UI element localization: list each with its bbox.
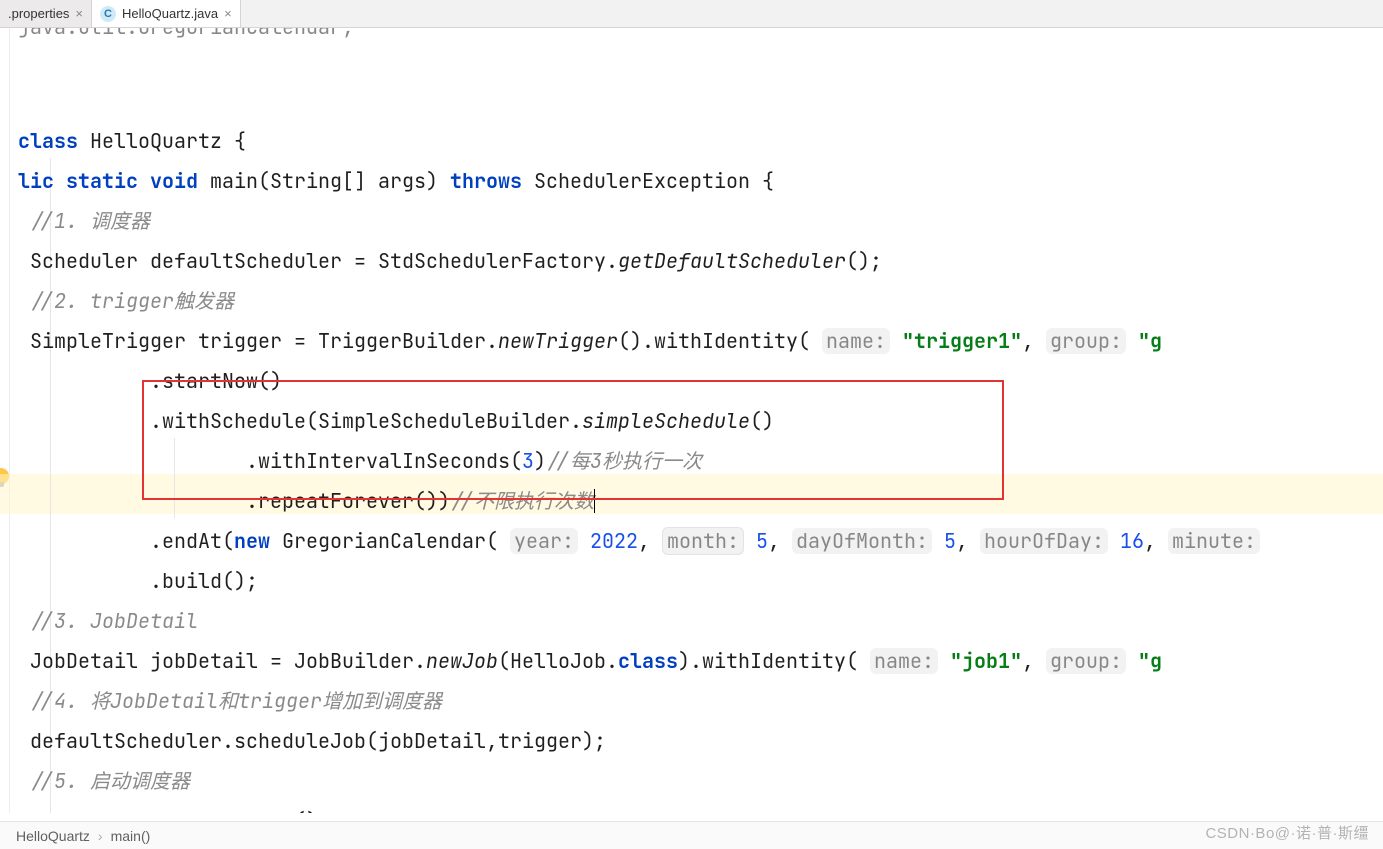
param-hint-month: month: — [662, 527, 744, 555]
build: .build(); — [150, 568, 258, 594]
trig-a: SimpleTrigger trigger = TriggerBuilder. — [30, 328, 498, 354]
year-v: 2022 — [590, 528, 638, 554]
str-g: "g — [1138, 648, 1162, 674]
jd-a: JobDetail jobDetail = JobBuilder. — [30, 648, 426, 674]
str-job1: "job1" — [950, 648, 1022, 674]
comment-interval: //每3秒执行一次 — [546, 448, 702, 474]
main-tail: SchedulerException { — [522, 168, 774, 194]
chevron-right-icon: › — [98, 828, 103, 844]
month-v: 5 — [756, 528, 768, 554]
kw-static: static — [66, 168, 138, 194]
close-icon[interactable]: × — [224, 7, 232, 20]
newJob: newJob — [426, 648, 498, 674]
getDefaultScheduler: getDefaultScheduler — [618, 248, 846, 274]
param-hint-name: name: — [870, 648, 938, 674]
newTrigger: newTrigger — [498, 328, 618, 354]
param-hint-hour: hourOfDay: — [980, 528, 1108, 554]
interval-b: ) — [534, 448, 546, 474]
param-hint-year: year: — [510, 528, 578, 554]
simpleSchedule: simpleSchedule — [582, 408, 750, 434]
tab-label: .properties — [8, 6, 69, 21]
comma: , — [1022, 328, 1046, 354]
param-hint-minute: minute: — [1168, 528, 1260, 554]
comma: , — [956, 528, 980, 554]
kw-lic: lic — [18, 168, 54, 194]
param-hint-day: dayOfMonth: — [792, 528, 932, 554]
schedule-job: defaultScheduler.scheduleJob(jobDetail,t… — [30, 728, 606, 754]
start-call: defaultScheduler.start(); — [30, 808, 330, 813]
java-class-icon: C — [100, 6, 116, 22]
repeat: .repeatForever()) — [246, 488, 450, 514]
kw-new: new — [234, 528, 270, 554]
breadcrumb-method[interactable]: main() — [111, 828, 151, 844]
str-g: "g — [1138, 328, 1162, 354]
endAt-b: GregorianCalendar( — [270, 528, 510, 554]
kw-void: void — [150, 168, 198, 194]
jd-b: (HelloJob. — [498, 648, 618, 674]
param-hint-group: group: — [1046, 648, 1126, 674]
gutter — [0, 28, 10, 813]
sched-a: Scheduler defaultScheduler = StdSchedule… — [30, 248, 618, 274]
jd-c: ).withIdentity( — [678, 648, 870, 674]
endAt-a: .endAt( — [150, 528, 234, 554]
kw-class: class — [18, 128, 78, 154]
comment-repeat: //不限执行次数 — [450, 488, 594, 514]
param-hint-group: group: — [1046, 328, 1126, 354]
close-icon[interactable]: × — [75, 7, 83, 20]
param-hint-name: name: — [822, 328, 890, 354]
tab-label: HelloQuartz.java — [122, 6, 218, 21]
sched-tail: (); — [846, 248, 882, 274]
tab-bar: .properties × C HelloQuartz.java × — [0, 0, 1383, 28]
comma: , — [638, 528, 662, 554]
main-sig: main(String[] args) — [198, 168, 450, 194]
withSchedule-b: () — [750, 408, 774, 434]
comma: , — [1144, 528, 1168, 554]
comma: , — [768, 528, 792, 554]
withSchedule-a: .withSchedule(SimpleScheduleBuilder. — [150, 408, 582, 434]
day-v: 5 — [944, 528, 956, 554]
trig-b: ().withIdentity( — [618, 328, 822, 354]
code-content[interactable]: class HelloQuartz { lic static void main… — [12, 28, 1383, 813]
tab-helloquartz[interactable]: C HelloQuartz.java × — [92, 0, 241, 27]
comment-2: //2. trigger触发器 — [30, 288, 234, 314]
breadcrumb-class[interactable]: HelloQuartz — [16, 828, 90, 844]
str-trigger1: "trigger1" — [902, 328, 1022, 354]
interval-n: 3 — [522, 448, 534, 474]
breadcrumb-bar: HelloQuartz › main() — [0, 821, 1383, 849]
kw-classref: class — [618, 648, 678, 674]
interval-a: .withIntervalInSeconds( — [246, 448, 522, 474]
kw-throws: throws — [450, 168, 522, 194]
startNow: .startNow() — [150, 368, 282, 394]
comment-1: //1. 调度器 — [30, 208, 150, 234]
hour-v: 16 — [1120, 528, 1144, 554]
comma: , — [1022, 648, 1046, 674]
comment-4: //4. 将JobDetail和trigger增加到调度器 — [30, 688, 442, 714]
text-cursor — [594, 489, 595, 513]
tab-properties[interactable]: .properties × — [0, 0, 92, 27]
editor-area[interactable]: java.util.GregorianCalendar; class Hello… — [0, 28, 1383, 813]
comment-5: //5. 启动调度器 — [30, 768, 190, 794]
comment-3: //3. JobDetail — [30, 608, 198, 634]
